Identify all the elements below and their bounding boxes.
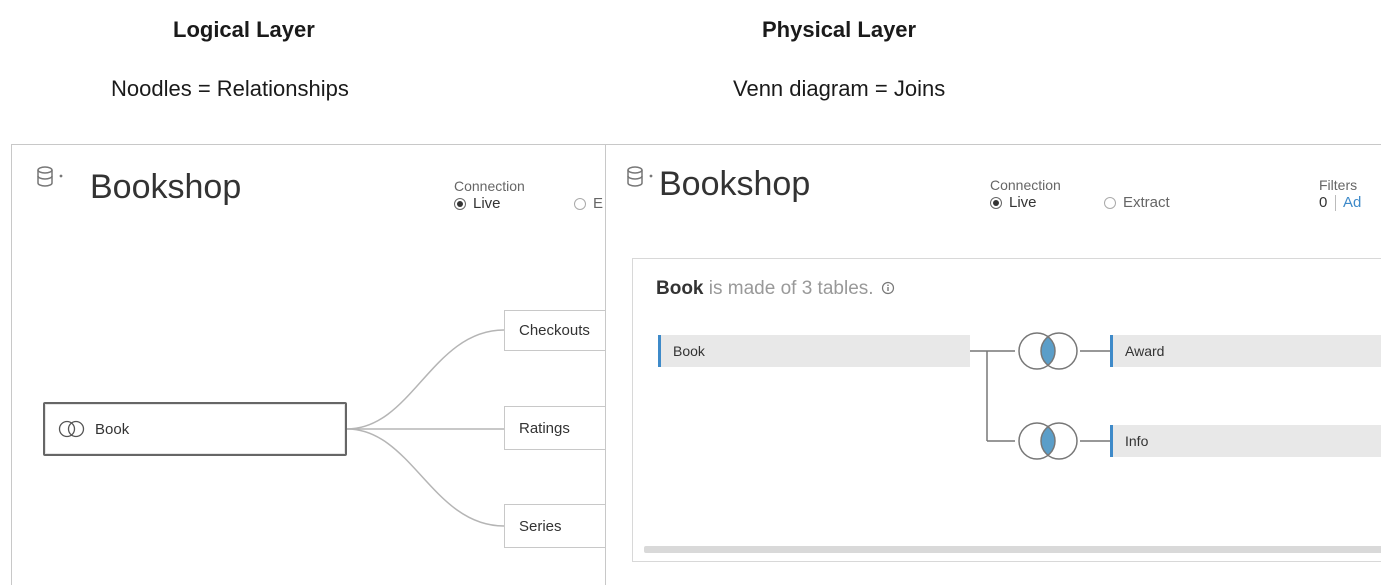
table-book[interactable]: Book [43, 402, 347, 456]
horizontal-scrollbar[interactable] [644, 546, 1381, 553]
table-checkouts-label: Checkouts [519, 322, 590, 339]
logical-layer-panel: Bookshop Connection Live E Book Checkout… [11, 144, 606, 585]
logical-layer-title: Logical Layer [173, 17, 315, 42]
physical-layer-panel: Bookshop Connection Live Extract Filters… [605, 144, 1381, 585]
table-series[interactable]: Series [504, 504, 606, 548]
table-checkouts[interactable]: Checkouts [504, 310, 606, 351]
table-series-label: Series [519, 517, 562, 535]
venn-inner-join-icon[interactable] [1015, 418, 1081, 464]
table-ratings[interactable]: Ratings [504, 406, 606, 450]
table-info-label: Info [1125, 433, 1149, 449]
table-award[interactable]: Award [1110, 335, 1381, 367]
table-award-label: Award [1125, 343, 1165, 359]
logical-layer-subtitle: Noodles = Relationships [111, 76, 349, 101]
table-ratings-label: Ratings [519, 419, 570, 437]
table-book-label: Book [95, 420, 130, 438]
table-info[interactable]: Info [1110, 425, 1381, 457]
physical-layer-title: Physical Layer [762, 17, 917, 42]
venn-inner-join-icon[interactable] [1015, 328, 1081, 374]
physical-layer-subtitle: Venn diagram = Joins [733, 76, 946, 101]
overlapping-circles-icon [58, 420, 85, 438]
